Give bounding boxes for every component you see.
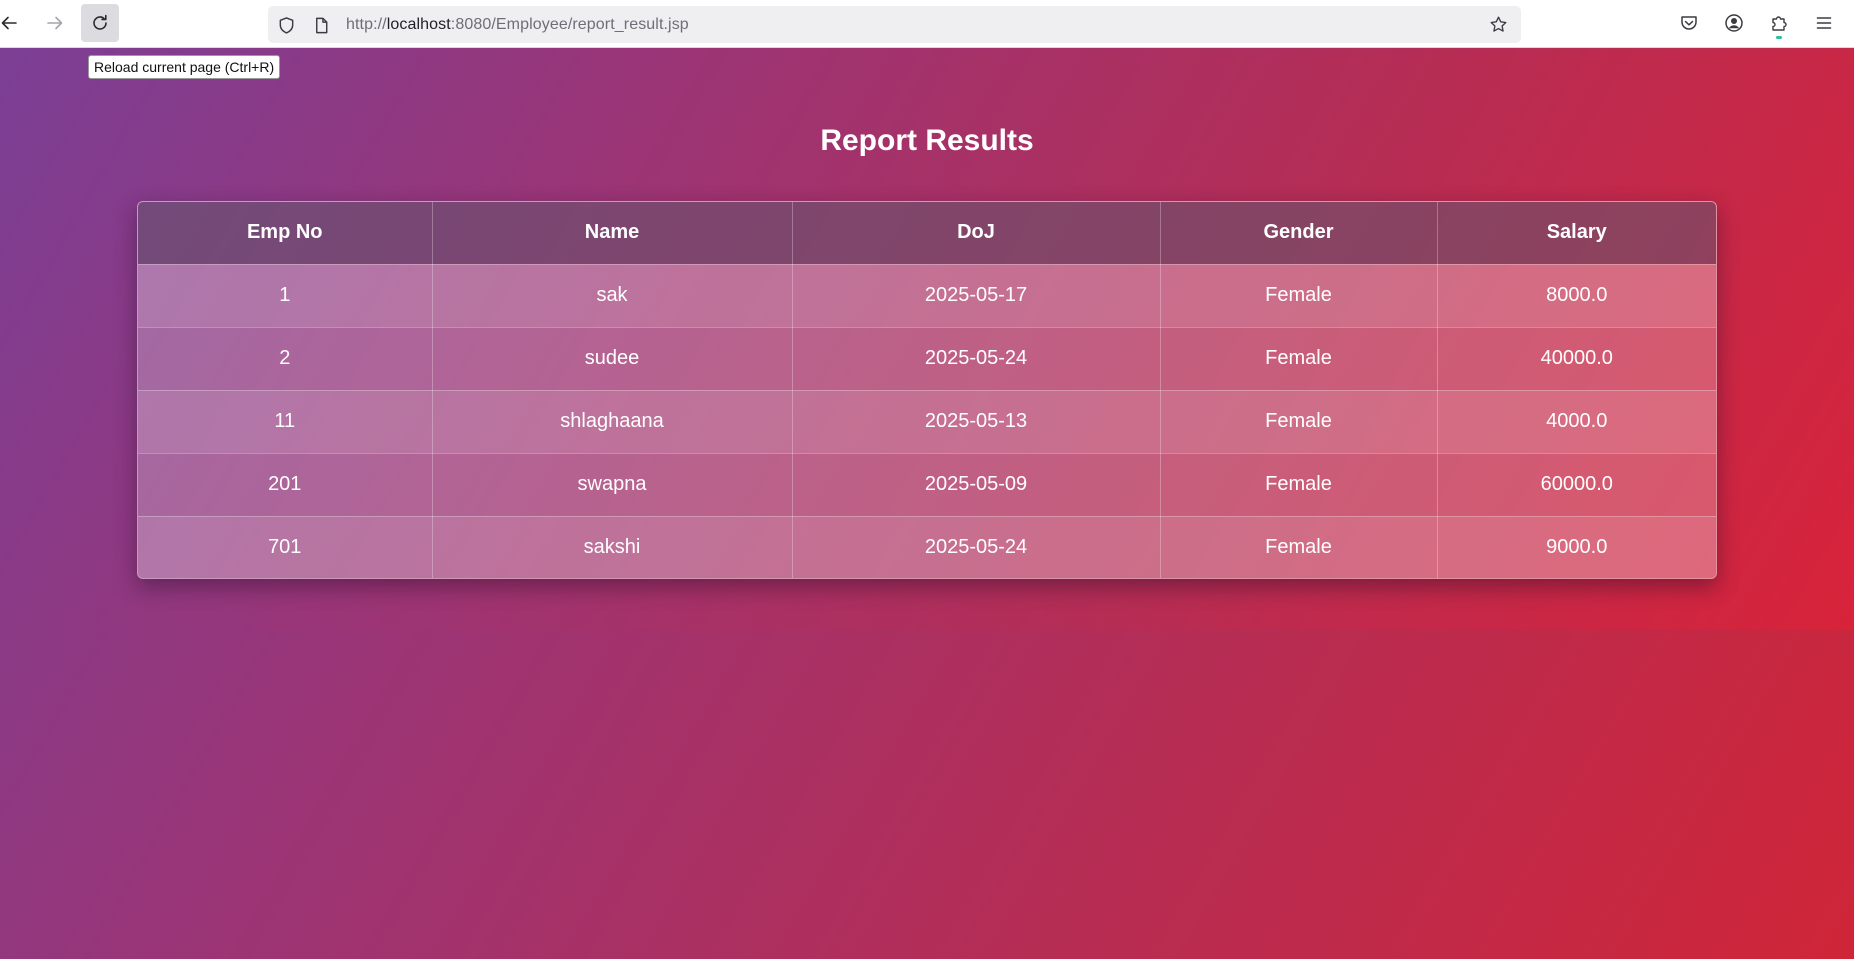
url-path: :8080/Employee/report_result.jsp <box>450 16 689 33</box>
cell-doj: 2025-05-17 <box>792 264 1161 328</box>
cell-salary: 9000.0 <box>1546 536 1608 559</box>
column-header-name: Name <box>432 202 793 265</box>
cell-emp-no: 201 <box>138 453 433 517</box>
reload-icon <box>93 14 107 30</box>
cell-doj: 2025-05-13 <box>792 390 1161 454</box>
cell-gender: Female <box>1160 453 1438 517</box>
page-icon[interactable] <box>311 15 331 35</box>
cell-name: sakshi <box>432 516 793 578</box>
cell-emp-no: 701 <box>138 516 433 578</box>
cell-salary: 8000.0 <box>1437 264 1716 328</box>
cell-name: sak <box>432 264 793 328</box>
cell-name: shlaghaana <box>432 390 793 454</box>
column-header-gender: Gender <box>1160 202 1438 265</box>
reload-button[interactable] <box>81 4 119 42</box>
url-bar[interactable]: http://localhost:8080/Employee/report_re… <box>268 6 1521 43</box>
cell-emp-no: 2 <box>138 327 433 391</box>
cell-doj: 2025-05-24 <box>792 327 1161 391</box>
table-row: 11 shlaghaana 2025-05-13 Female 4000.0 <box>138 390 1716 454</box>
table-row: 201 swapna 2025-05-09 Female 60000.0 <box>138 453 1716 517</box>
back-arrow-icon <box>1 16 17 30</box>
cell-name: sudee <box>432 327 793 391</box>
url-prefix: http:// <box>346 16 387 33</box>
shield-icon[interactable] <box>276 15 296 35</box>
cell-emp-no: 1 <box>138 264 433 328</box>
column-header-salary: Salary <box>1437 202 1716 265</box>
table-row: 1 sak 2025-05-17 Female 8000.0 <box>138 264 1716 328</box>
account-icon[interactable] <box>1721 10 1747 36</box>
url-host: localhost <box>386 16 451 33</box>
cell-doj: 2025-05-24 <box>792 516 1161 578</box>
back-button[interactable] <box>0 4 28 42</box>
cell-name: swapna <box>432 453 793 517</box>
table-header-row: Emp No Name DoJ Gender Salary <box>138 202 1716 265</box>
forward-button[interactable] <box>36 4 74 42</box>
cell-gender: Female <box>1160 264 1438 328</box>
cell-emp-no: 11 <box>138 390 433 454</box>
cell-salary: 40000.0 <box>1437 327 1716 391</box>
column-header-doj: DoJ <box>792 202 1161 265</box>
table-row: 701 sakshi 2025-05-24 Female 9000.0 <box>138 516 1716 578</box>
report-table-container: Emp No Name DoJ Gender Salary 1 sak 2025… <box>137 201 1717 579</box>
forward-arrow-icon <box>47 16 63 30</box>
url-text[interactable]: http://localhost:8080/Employee/report_re… <box>346 16 689 34</box>
reload-tooltip: Reload current page (Ctrl+R) <box>88 55 281 79</box>
browser-toolbar: http://localhost:8080/Employee/report_re… <box>0 0 1854 48</box>
cell-gender: Female <box>1160 516 1438 578</box>
cell-doj: 2025-05-09 <box>792 453 1161 517</box>
extensions-indicator <box>1776 36 1782 39</box>
cell-gender: Female <box>1160 327 1438 391</box>
cell-salary: 4000.0 <box>1437 390 1716 454</box>
page-title: Report Results <box>820 124 1034 157</box>
report-table: Emp No Name DoJ Gender Salary 1 sak 2025… <box>138 202 1716 578</box>
star-icon[interactable] <box>1488 14 1508 34</box>
cell-salary: 60000.0 <box>1437 453 1716 517</box>
menu-icon[interactable] <box>1811 10 1837 36</box>
column-header-emp-no: Emp No <box>138 202 433 265</box>
cell-gender: Female <box>1160 390 1438 454</box>
table-row: 2 sudee 2025-05-24 Female 40000.0 <box>138 327 1716 391</box>
extensions-icon[interactable] <box>1766 10 1792 36</box>
pocket-icon[interactable] <box>1676 10 1702 36</box>
